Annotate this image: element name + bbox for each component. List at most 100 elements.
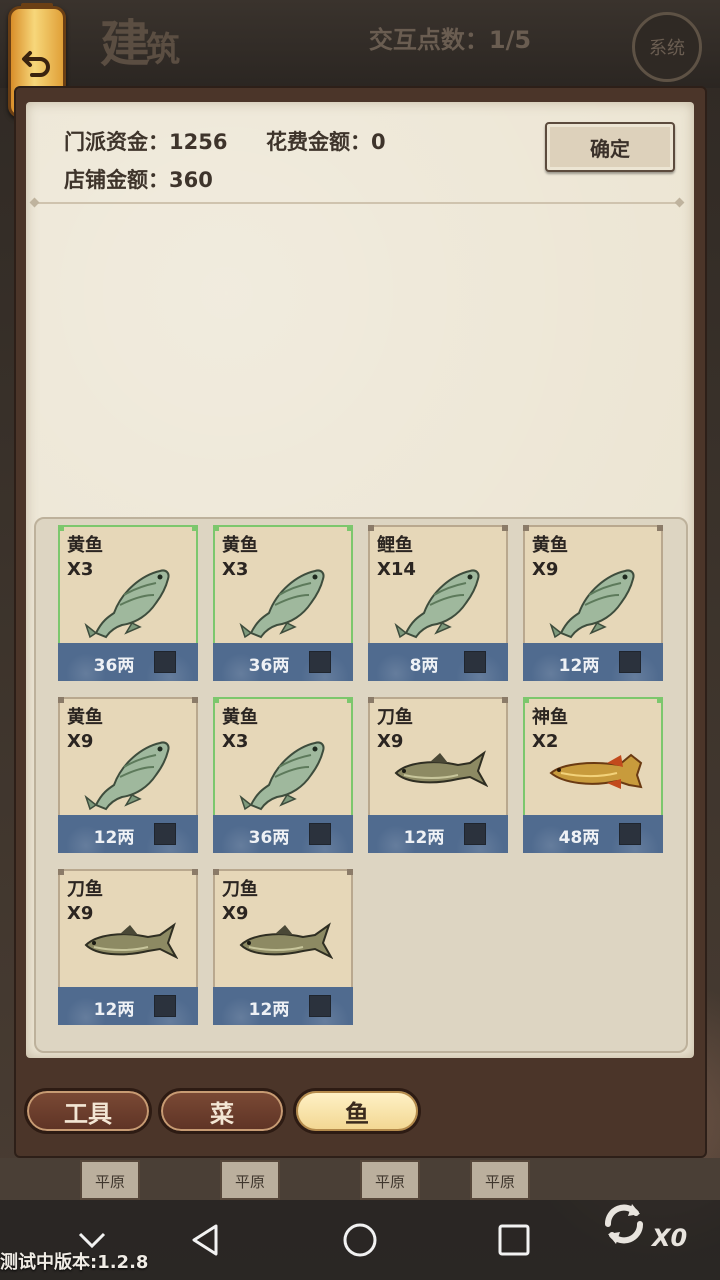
confirm-button[interactable]: 确定 — [545, 122, 675, 172]
item-card[interactable]: 黄鱼 X9 12两 — [58, 697, 198, 853]
card-corner — [657, 525, 663, 531]
page-title: 建筑 — [100, 14, 180, 73]
shop-amount: 店铺金额：360 — [64, 168, 213, 192]
item-quantity: X3 — [222, 559, 249, 580]
card-corner — [523, 697, 529, 703]
nav-recents-icon[interactable] — [494, 1220, 534, 1260]
checkbox-icon[interactable] — [619, 651, 641, 673]
item-name: 神鱼 — [532, 707, 568, 728]
checkbox-icon[interactable] — [309, 651, 331, 673]
carp-fish-icon — [82, 561, 178, 639]
card-corner — [347, 869, 353, 875]
tab-dishes[interactable]: 菜 — [158, 1088, 286, 1134]
item-name: 黄鱼 — [67, 535, 103, 556]
checkbox-icon[interactable] — [309, 823, 331, 845]
card-corner — [502, 525, 508, 531]
card-corner — [58, 525, 64, 531]
card-corner — [192, 525, 198, 531]
price-bar: 12两 — [213, 987, 353, 1025]
item-quantity: X14 — [377, 559, 416, 580]
item-quantity: X9 — [67, 731, 94, 752]
card-corner — [213, 697, 219, 703]
card-corner — [368, 525, 374, 531]
price-bar: 12两 — [368, 815, 508, 853]
carp-fish-icon — [237, 561, 333, 639]
map-tile: 平原 — [360, 1160, 420, 1200]
price-bar: 8两 — [368, 643, 508, 681]
map-tile: 平原 — [220, 1160, 280, 1200]
item-name: 刀鱼 — [377, 707, 413, 728]
item-card[interactable]: 刀鱼 X9 12两 — [213, 869, 353, 1025]
checkbox-icon[interactable] — [154, 995, 176, 1017]
item-quantity: X9 — [532, 559, 559, 580]
interaction-points: 交互点数：1/5 — [368, 26, 532, 54]
carp-fish-icon — [547, 561, 643, 639]
item-card[interactable]: 刀鱼 X9 12两 — [368, 697, 508, 853]
tab-tools[interactable]: 工具 — [24, 1088, 152, 1134]
arowana-fish-icon — [547, 733, 643, 811]
refresh-count: X0 — [652, 1224, 688, 1252]
card-corner — [213, 869, 219, 875]
card-corner — [213, 525, 219, 531]
card-corner — [192, 697, 198, 703]
checkbox-icon[interactable] — [464, 651, 486, 673]
refresh-icon[interactable] — [596, 1196, 652, 1252]
carp-fish-icon — [82, 733, 178, 811]
item-quantity: X2 — [532, 731, 559, 752]
item-quantity: X9 — [67, 903, 94, 924]
price-bar: 36两 — [213, 815, 353, 853]
item-name: 黄鱼 — [532, 535, 568, 556]
card-corner — [368, 697, 374, 703]
item-card[interactable]: 黄鱼 X3 36两 — [58, 525, 198, 681]
price-bar: 12两 — [523, 643, 663, 681]
tab-fish[interactable]: 鱼 — [293, 1088, 421, 1134]
item-card[interactable]: 神鱼 X2 48两 — [523, 697, 663, 853]
item-name: 黄鱼 — [222, 535, 258, 556]
item-card[interactable]: 黄鱼 X9 12两 — [523, 525, 663, 681]
price-bar: 48两 — [523, 815, 663, 853]
price-bar: 36两 — [58, 643, 198, 681]
card-corner — [347, 525, 353, 531]
card-corner — [58, 697, 64, 703]
card-corner — [523, 525, 529, 531]
top-bar: 建筑 交互点数：1/5 系统 — [0, 0, 720, 88]
knife-fish-icon — [82, 905, 179, 983]
checkbox-icon[interactable] — [309, 995, 331, 1017]
item-card[interactable]: 黄鱼 X3 36两 — [213, 697, 353, 853]
checkbox-icon[interactable] — [619, 823, 641, 845]
checkbox-icon[interactable] — [154, 651, 176, 673]
item-name: 刀鱼 — [222, 879, 258, 900]
card-corner — [347, 697, 353, 703]
item-name: 黄鱼 — [67, 707, 103, 728]
map-tile: 平原 — [470, 1160, 530, 1200]
item-card[interactable]: 黄鱼 X3 36两 — [213, 525, 353, 681]
card-corner — [502, 697, 508, 703]
card-corner — [58, 869, 64, 875]
item-name: 鲤鱼 — [377, 535, 413, 556]
back-arrow-icon — [22, 51, 50, 77]
item-name: 黄鱼 — [222, 707, 258, 728]
nav-back-icon[interactable] — [186, 1220, 226, 1260]
item-quantity: X3 — [67, 559, 94, 580]
card-corner — [192, 869, 198, 875]
map-tile: 平原 — [80, 1160, 140, 1200]
item-quantity: X9 — [222, 903, 249, 924]
carp-fish-icon — [237, 733, 333, 811]
knife-fish-icon — [392, 733, 489, 811]
item-card[interactable]: 鲤鱼 X14 8两 — [368, 525, 508, 681]
checkbox-icon[interactable] — [464, 823, 486, 845]
item-quantity: X3 — [222, 731, 249, 752]
price-bar: 36两 — [213, 643, 353, 681]
divider — [34, 202, 680, 204]
item-card[interactable]: 刀鱼 X9 12两 — [58, 869, 198, 1025]
checkbox-icon[interactable] — [154, 823, 176, 845]
nav-home-icon[interactable] — [340, 1220, 380, 1260]
version-label: 测试中版本:1.2.8 — [0, 1252, 149, 1273]
knife-fish-icon — [237, 905, 334, 983]
price-bar: 12两 — [58, 987, 198, 1025]
price-bar: 12两 — [58, 815, 198, 853]
card-corner — [657, 697, 663, 703]
system-button[interactable]: 系统 — [632, 12, 702, 82]
item-quantity: X9 — [377, 731, 404, 752]
sect-funds: 门派资金：1256 — [64, 130, 228, 154]
